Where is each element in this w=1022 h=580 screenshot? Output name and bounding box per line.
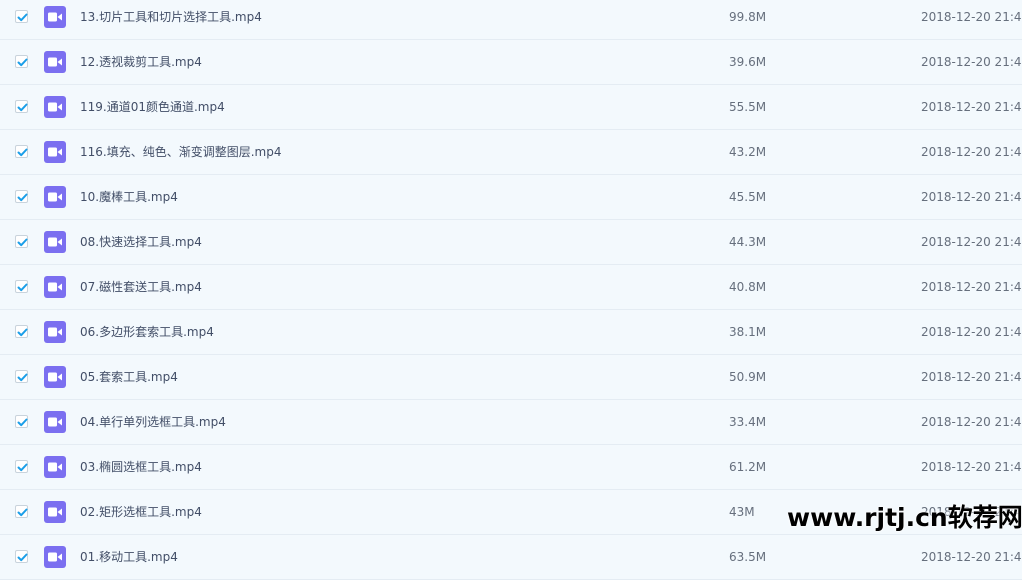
video-file-icon [44,6,66,28]
video-file-icon [44,231,66,253]
file-date: 2018-12-20 21:43 [921,325,1022,339]
row-checkbox[interactable] [15,370,28,383]
file-size: 99.8M [729,10,767,24]
file-name[interactable]: 116.填充、纯色、渐变调整图层.mp4 [80,144,281,160]
file-date: 2018-12-20 21:43 [921,280,1022,294]
file-date: 2018-12-20 21:43 [921,550,1022,564]
file-size: 39.6M [729,55,767,69]
row-checkbox[interactable] [15,505,28,518]
video-file-icon [44,456,66,478]
file-size: 63.5M [729,550,767,564]
checkmark-icon [17,418,28,427]
row-checkbox[interactable] [15,235,28,248]
file-name[interactable]: 12.透视裁剪工具.mp4 [80,54,202,70]
checkmark-icon [17,103,28,112]
checkmark-icon [17,373,28,382]
file-date: 2018-12-20 21:43 [921,235,1022,249]
file-row[interactable]: 116.填充、纯色、渐变调整图层.mp4 43.2M 2018-12-20 21… [0,130,1022,175]
file-row[interactable]: 119.通道01颜色通道.mp4 55.5M 2018-12-20 21:43 [0,85,1022,130]
checkmark-icon [17,283,28,292]
file-size: 38.1M [729,325,767,339]
video-file-icon [44,96,66,118]
file-row[interactable]: 12.透视裁剪工具.mp4 39.6M 2018-12-20 21:43 [0,40,1022,85]
file-name[interactable]: 06.多边形套索工具.mp4 [80,324,214,340]
row-checkbox[interactable] [15,10,28,23]
file-size: 55.5M [729,100,767,114]
row-checkbox[interactable] [15,55,28,68]
checkmark-icon [17,238,28,247]
file-date: 2018-12-20 21:43 [921,100,1022,114]
row-checkbox[interactable] [15,550,28,563]
file-row[interactable]: 13.切片工具和切片选择工具.mp4 99.8M 2018-12-20 21:4… [0,0,1022,40]
file-row[interactable]: 10.魔棒工具.mp4 45.5M 2018-12-20 21:43 [0,175,1022,220]
file-name[interactable]: 13.切片工具和切片选择工具.mp4 [80,9,262,25]
file-name[interactable]: 04.单行单列选框工具.mp4 [80,414,226,430]
video-file-icon [44,276,66,298]
row-checkbox[interactable] [15,415,28,428]
file-name[interactable]: 10.魔棒工具.mp4 [80,189,178,205]
row-checkbox[interactable] [15,100,28,113]
file-name[interactable]: 07.磁性套送工具.mp4 [80,279,202,295]
file-row[interactable]: 01.移动工具.mp4 63.5M 2018-12-20 21:43 [0,535,1022,580]
checkmark-icon [17,328,28,337]
file-size: 45.5M [729,190,767,204]
video-file-icon [44,366,66,388]
file-row[interactable]: 08.快速选择工具.mp4 44.3M 2018-12-20 21:43 [0,220,1022,265]
file-size: 61.2M [729,460,767,474]
video-file-icon [44,321,66,343]
file-date: 2018-12-20 21:43 [921,55,1022,69]
file-name[interactable]: 08.快速选择工具.mp4 [80,234,202,250]
file-date: 2018-12-20 21:43 [921,370,1022,384]
row-checkbox[interactable] [15,190,28,203]
file-size: 50.9M [729,370,767,384]
watermark-text: www.rjtj.cn软荐网 [787,503,1022,532]
file-name[interactable]: 01.移动工具.mp4 [80,549,178,565]
file-row[interactable]: 06.多边形套索工具.mp4 38.1M 2018-12-20 21:43 [0,310,1022,355]
row-checkbox[interactable] [15,460,28,473]
file-row[interactable]: 03.椭圆选框工具.mp4 61.2M 2018-12-20 21:43 [0,445,1022,490]
video-file-icon [44,501,66,523]
file-size: 44.3M [729,235,767,249]
row-checkbox[interactable] [15,280,28,293]
row-checkbox[interactable] [15,145,28,158]
file-date: 2018-12-20 21:43 [921,190,1022,204]
file-size: 40.8M [729,280,767,294]
file-row[interactable]: 07.磁性套送工具.mp4 40.8M 2018-12-20 21:43 [0,265,1022,310]
video-file-icon [44,186,66,208]
row-checkbox[interactable] [15,325,28,338]
file-size: 43.2M [729,145,767,159]
checkmark-icon [17,58,28,67]
file-date: 2018-12-20 21:43 [921,145,1022,159]
checkmark-icon [17,193,28,202]
checkmark-icon [17,553,28,562]
file-row[interactable]: 05.套索工具.mp4 50.9M 2018-12-20 21:43 [0,355,1022,400]
file-name[interactable]: 03.椭圆选框工具.mp4 [80,459,202,475]
checkmark-icon [17,508,28,517]
file-name[interactable]: 05.套索工具.mp4 [80,369,178,385]
file-name[interactable]: 02.矩形选框工具.mp4 [80,504,202,520]
video-file-icon [44,141,66,163]
file-size: 33.4M [729,415,767,429]
video-file-icon [44,411,66,433]
file-row[interactable]: 04.单行单列选框工具.mp4 33.4M 2018-12-20 21:43 [0,400,1022,445]
file-date: 2018-12-20 21:43 [921,460,1022,474]
file-list: 13.切片工具和切片选择工具.mp4 99.8M 2018-12-20 21:4… [0,0,1022,580]
video-file-icon [44,51,66,73]
file-name[interactable]: 119.通道01颜色通道.mp4 [80,99,225,115]
checkmark-icon [17,148,28,157]
checkmark-icon [17,463,28,472]
file-date: 2018-12-20 21:43 [921,415,1022,429]
file-date: 2018-12-20 21:43 [921,10,1022,24]
checkmark-icon [17,13,28,22]
file-size: 43M [729,505,755,519]
